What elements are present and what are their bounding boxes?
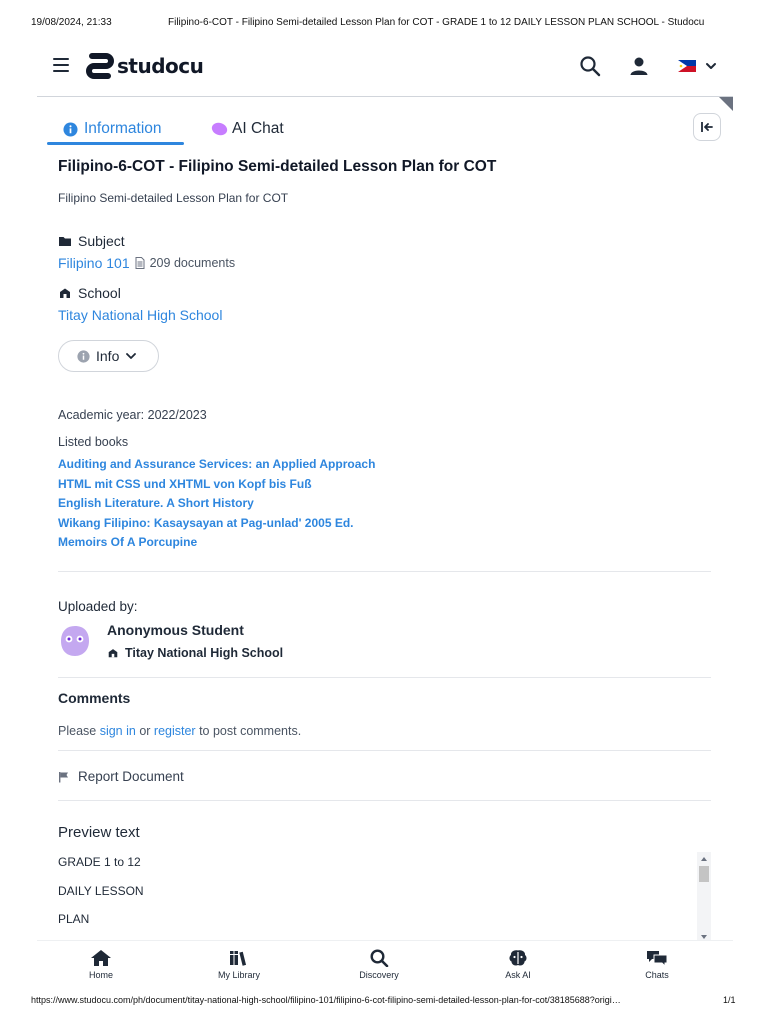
school-icon (60, 288, 70, 298)
flag-icon (59, 771, 68, 782)
info-icon (77, 349, 90, 363)
school-label-row: School (58, 285, 121, 301)
comments-prompt: Please sign in or register to post comme… (58, 724, 301, 738)
book-link[interactable]: English Literature. A Short History (58, 494, 375, 514)
scroll-up-arrow-icon[interactable] (697, 854, 711, 864)
philippines-flag-icon (678, 60, 696, 72)
ai-chat-blob-icon (211, 122, 228, 136)
preview-line: DAILY LESSON (58, 884, 144, 898)
collapse-panel-button[interactable] (693, 113, 721, 141)
preview-line: GRADE 1 to 12 (58, 855, 141, 869)
search-icon (370, 949, 389, 967)
search-icon[interactable] (579, 55, 601, 77)
listed-books-label: Listed books (58, 435, 129, 449)
divider (58, 571, 711, 572)
listed-books: Auditing and Assurance Services: an Appl… (58, 455, 375, 553)
top-bar: studocu (37, 34, 733, 97)
school-label: School (78, 285, 121, 301)
brain-icon (509, 950, 527, 966)
nav-my-library[interactable]: My Library (194, 941, 284, 990)
nav-home[interactable]: Home (56, 941, 146, 990)
studocu-logo-mark (86, 53, 114, 79)
studocu-logo[interactable]: studocu (86, 51, 204, 81)
document-count-text: 209 documents (149, 256, 236, 270)
print-url: https://www.studocu.com/ph/document/tita… (31, 995, 621, 1005)
chevron-down-icon (706, 63, 716, 69)
nav-my-library-label: My Library (217, 970, 260, 980)
print-title: Filipino-6-COT - Filipino Semi-detailed … (168, 17, 705, 28)
info-dropdown-button[interactable]: Info (58, 340, 159, 372)
document-icon (135, 257, 145, 269)
register-link[interactable]: register (154, 724, 196, 738)
comments-text-post: to post comments. (195, 724, 302, 738)
divider (58, 677, 711, 678)
book-link[interactable]: Wikang Filipino: Kasaysayan at Pag-unlad… (58, 514, 375, 534)
academic-year: Academic year: 2022/2023 (58, 408, 207, 422)
home-icon (91, 950, 111, 966)
menu-icon[interactable] (53, 58, 69, 72)
nav-discovery[interactable]: Discovery (334, 941, 424, 990)
comments-text-pre: Please (58, 724, 100, 738)
school-icon (108, 649, 118, 658)
book-link[interactable]: HTML mit CSS und XHTML von Kopf bis Fuß (58, 475, 375, 495)
subject-link[interactable]: Filipino 101 (58, 255, 130, 271)
divider (58, 800, 711, 801)
uploader-school-name: Titay National High School (125, 646, 284, 660)
preview-text-box[interactable]: GRADE 1 to 12 DAILY LESSON PLAN (58, 852, 713, 944)
avatar[interactable] (60, 625, 90, 657)
uploader-school: Titay National High School (107, 646, 283, 660)
print-timestamp: 19/08/2024, 21:33 (31, 17, 112, 28)
language-selector[interactable] (678, 58, 720, 74)
comments-text-mid: or (135, 724, 154, 738)
library-icon (230, 951, 247, 966)
logo-text: studocu (117, 54, 204, 78)
bottom-navigation: Home My Library Discovery Ask AI Chats (37, 940, 733, 990)
uploader-name[interactable]: Anonymous Student (107, 622, 244, 638)
nav-ask-ai-label: Ask AI (505, 970, 531, 980)
nav-home-label: Home (88, 970, 113, 980)
subject-label: Subject (78, 233, 125, 249)
nav-chats[interactable]: Chats (612, 941, 702, 990)
nav-ask-ai[interactable]: Ask AI (473, 941, 563, 990)
document-subtitle: Filipino Semi-detailed Lesson Plan for C… (58, 191, 289, 205)
active-tab-indicator (47, 142, 184, 145)
book-link[interactable]: Auditing and Assurance Services: an Appl… (58, 455, 375, 475)
tab-information[interactable]: Information (63, 112, 162, 146)
sign-in-link[interactable]: sign in (100, 724, 136, 738)
preview-scroll-thumb[interactable] (699, 866, 709, 882)
report-document-label: Report Document (78, 769, 184, 784)
preview-line: PLAN (58, 912, 90, 926)
uploaded-by-heading: Uploaded by: (58, 599, 138, 614)
nav-chats-label: Chats (645, 970, 669, 980)
document-title: Filipino-6-COT - Filipino Semi-detailed … (58, 158, 497, 175)
preview-heading: Preview text (58, 824, 140, 841)
comments-heading: Comments (58, 690, 131, 706)
tab-ai-chat-label: AI Chat (232, 120, 284, 137)
school-link[interactable]: Titay National High School (58, 307, 222, 323)
chat-bubbles-icon (647, 951, 668, 967)
panel-corner-marker (719, 97, 733, 111)
info-button-label: Info (96, 348, 120, 364)
tab-information-label: Information (84, 120, 162, 137)
subject-label-row: Subject (58, 233, 125, 249)
divider (58, 750, 711, 751)
document-count: 209 documents (135, 256, 235, 270)
tab-ai-chat[interactable]: AI Chat (211, 112, 284, 146)
book-link[interactable]: Memoirs Of A Porcupine (58, 533, 375, 553)
subject-row: Filipino 101 209 documents (58, 255, 235, 271)
chevron-down-icon (126, 353, 137, 359)
print-footer: https://www.studocu.com/ph/document/tita… (0, 994, 768, 1008)
user-icon[interactable] (628, 55, 650, 77)
collapse-panel-icon (701, 122, 713, 132)
print-page-number: 1/1 (723, 995, 736, 1005)
report-document-button[interactable]: Report Document (58, 769, 184, 784)
app-window: studocu Information AI Chat Filipino-6-C… (37, 34, 733, 990)
nav-discovery-label: Discovery (359, 970, 399, 980)
info-icon (63, 121, 78, 137)
folder-icon (59, 237, 71, 246)
print-header: 19/08/2024, 21:33 Filipino-6-COT - Filip… (0, 0, 768, 34)
